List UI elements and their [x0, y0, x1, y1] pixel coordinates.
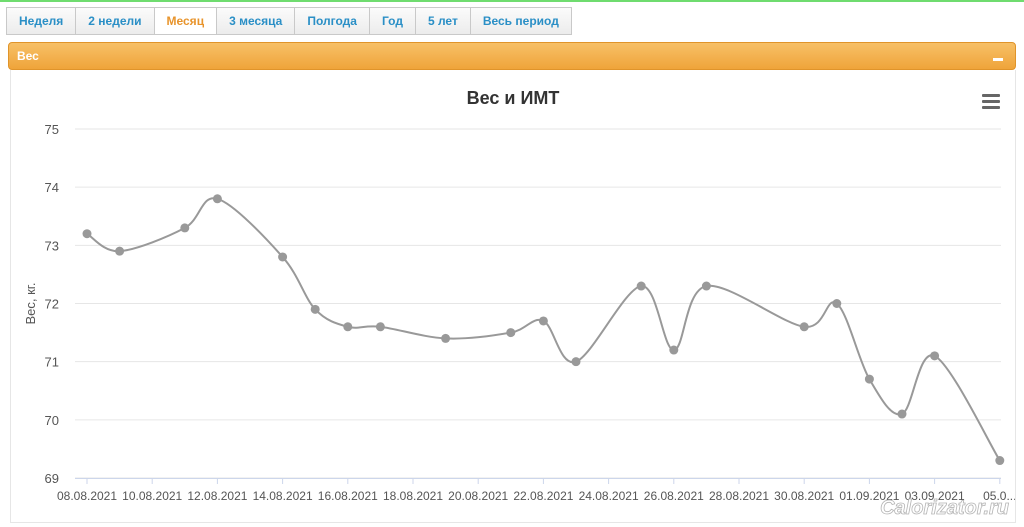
tab-4[interactable]: Полгода [294, 7, 370, 35]
x-tick-label: 10.08.2021 [122, 489, 182, 503]
data-point[interactable] [864, 374, 874, 384]
x-tick-label: 12.08.2021 [187, 489, 247, 503]
data-point[interactable] [441, 333, 451, 343]
data-point[interactable] [115, 246, 125, 256]
data-point[interactable] [212, 194, 222, 204]
data-point[interactable] [995, 456, 1005, 466]
top-accent-line [0, 0, 1024, 2]
data-point[interactable] [506, 328, 516, 338]
watermark-logo: Calorizator.ru [880, 497, 1009, 519]
data-point[interactable] [832, 299, 842, 308]
y-tick-label: 71 [45, 355, 59, 370]
y-tick-label: 69 [45, 471, 59, 486]
y-tick-label: 73 [45, 238, 59, 253]
x-tick-label: 22.08.2021 [513, 489, 573, 503]
x-tick-label: 14.08.2021 [253, 489, 313, 503]
data-point[interactable] [897, 409, 907, 419]
data-point[interactable] [571, 357, 581, 367]
series-line [86, 197, 1001, 462]
data-point[interactable] [343, 322, 353, 332]
menu-icon[interactable] [982, 94, 1000, 109]
data-point[interactable] [701, 281, 711, 291]
tab-3[interactable]: 3 месяца [216, 7, 296, 35]
x-tick-label: 18.08.2021 [383, 489, 443, 503]
data-point[interactable] [82, 229, 92, 239]
data-point[interactable] [310, 304, 320, 314]
data-point[interactable] [636, 281, 646, 291]
period-tabs: Неделя 2 недели Месяц 3 месяца Полгода Год 5 л… [6, 7, 572, 35]
tab-7[interactable]: Весь период [469, 7, 572, 35]
x-tick-label: 24.08.2021 [579, 489, 639, 503]
x-tick-label: 28.08.2021 [709, 489, 769, 503]
collapse-icon[interactable] [993, 58, 1003, 61]
data-point[interactable] [930, 351, 940, 361]
x-tick-label: 20.08.2021 [448, 489, 508, 503]
y-tick-label: 72 [45, 297, 59, 312]
y-axis-label: Вес, кг. [23, 282, 38, 324]
data-point[interactable] [669, 345, 679, 355]
data-point[interactable] [538, 316, 548, 326]
y-tick-label: 70 [45, 413, 59, 428]
tab-6[interactable]: 5 лет [414, 7, 471, 35]
weight-chart: Вес и ИМТ 69 70 71 72 73 74 75 08.08.2021 10.08.2… [23, 88, 1015, 519]
chart-title: Вес и ИМТ [467, 88, 560, 108]
x-tick-label: 26.08.2021 [644, 489, 704, 503]
tab-2[interactable]: Месяц [153, 7, 218, 35]
panel-header[interactable]: Вес [8, 42, 1016, 70]
x-tick-label: 08.08.2021 [57, 489, 117, 503]
data-point[interactable] [375, 322, 385, 332]
chart-container: Вес и ИМТ 69 70 71 72 73 74 75 08.08.2021 10.08.2… [10, 70, 1016, 523]
y-tick-label: 74 [45, 180, 59, 195]
tab-0[interactable]: Неделя [6, 7, 77, 35]
tab-5[interactable]: Год [368, 7, 416, 35]
y-tick-label: 75 [45, 122, 59, 137]
tab-1[interactable]: 2 недели [75, 7, 155, 35]
data-point[interactable] [278, 252, 288, 262]
x-tick-label: 30.08.2021 [774, 489, 834, 503]
panel-title: Вес [17, 49, 39, 63]
data-point[interactable] [799, 322, 809, 332]
x-tick-label: 16.08.2021 [318, 489, 378, 503]
data-point[interactable] [180, 223, 190, 233]
